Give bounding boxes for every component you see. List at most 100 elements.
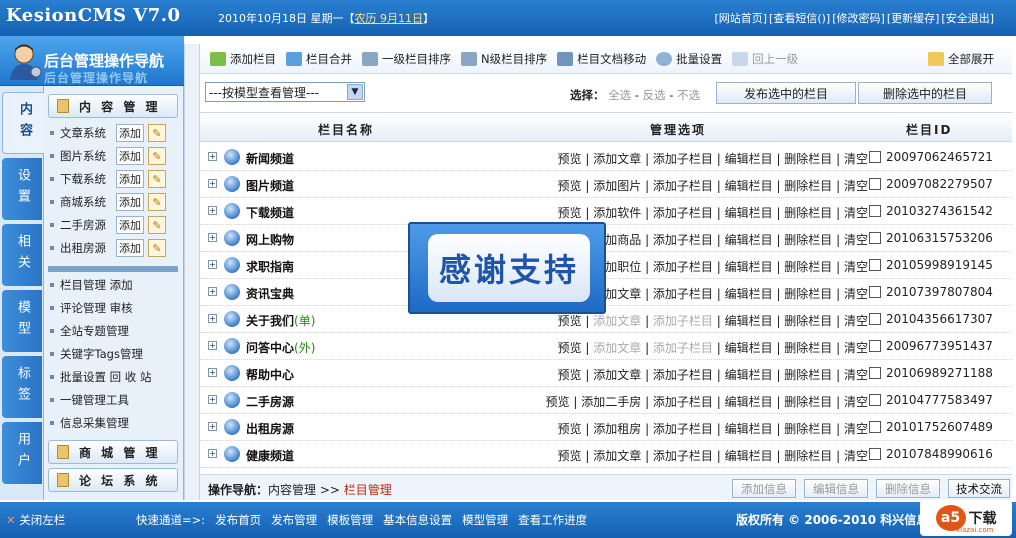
row-op-link[interactable]: 预览 [558,206,582,220]
edit-info-button[interactable]: 编辑信息 [804,479,868,498]
row-op-link[interactable]: 删除栏目 [784,314,832,328]
batch-settings-button[interactable]: 批量设置 [656,51,722,67]
expand-icon[interactable]: + [208,422,217,431]
row-op-link[interactable]: 添加子栏目 [653,233,713,247]
section-content-management[interactable]: 内 容 管 理 [48,94,178,118]
row-op-link[interactable]: 清空 [844,206,868,220]
module-add-button[interactable]: 添加 [116,147,144,165]
publish-selected-button[interactable]: 发布选中的栏目 [716,82,856,104]
channel-name[interactable]: 求职指南 [246,258,294,275]
row-op-link[interactable]: 添加子栏目 [653,287,713,301]
row-op-link[interactable]: 清空 [844,179,868,193]
column-management-link[interactable]: 栏目管理 添加 [60,277,133,293]
channel-name[interactable]: 图片频道 [246,177,294,194]
row-checkbox[interactable] [869,232,881,244]
row-op-link[interactable]: 删除栏目 [784,395,832,409]
section-forum-system[interactable]: 论 坛 系 统 [48,468,178,492]
row-op-link[interactable]: 预览 [546,395,570,409]
row-op-link[interactable]: 编辑栏目 [725,287,773,301]
channel-name[interactable]: 下载频道 [246,204,294,221]
model-filter-select[interactable]: ---按模型查看管理--- ▼ [205,82,365,102]
close-left-panel-button[interactable]: ✕ 关闭左栏 [6,512,65,528]
module-name[interactable]: 文章系统 [60,125,116,141]
channel-name[interactable]: 二手房源 [246,393,294,410]
expand-icon[interactable]: + [208,179,217,188]
row-op-link[interactable]: 添加子栏目 [653,368,713,382]
module-name[interactable]: 图片系统 [60,148,116,164]
messages-link[interactable]: [查看短信()] [769,10,830,26]
batch-recycle-link[interactable]: 批量设置 回 收 站 [60,369,151,385]
row-op-link[interactable]: 添加子栏目 [653,179,713,193]
row-op-link[interactable]: 添加子栏目 [653,341,713,355]
module-add-button[interactable]: 添加 [116,216,144,234]
row-op-link[interactable]: 清空 [844,233,868,247]
row-op-link[interactable]: 添加文章 [593,314,641,328]
tab-users[interactable]: 用户 [2,422,42,484]
delete-selected-button[interactable]: 删除选中的栏目 [858,82,992,104]
module-name[interactable]: 二手房源 [60,217,116,233]
edit-pen-icon[interactable]: ✎ [148,147,166,165]
module-add-button[interactable]: 添加 [116,239,144,257]
expand-icon[interactable]: + [208,152,217,161]
row-op-link[interactable]: 编辑栏目 [725,314,773,328]
expand-icon[interactable]: + [208,395,217,404]
expand-icon[interactable]: + [208,368,217,377]
chevron-down-icon[interactable]: ▼ [347,84,363,100]
module-add-button[interactable]: 添加 [116,124,144,142]
row-op-link[interactable]: 添加图片 [593,179,641,193]
row-op-link[interactable]: 预览 [558,152,582,166]
sort-levelN-button[interactable]: N级栏目排序 [461,51,547,67]
row-op-link[interactable]: 预览 [558,368,582,382]
quick-template-management[interactable]: 模板管理 [327,512,373,528]
row-checkbox[interactable] [869,178,881,190]
row-op-link[interactable]: 编辑栏目 [725,449,773,463]
module-name[interactable]: 商城系统 [60,194,116,210]
quick-publish-home[interactable]: 发布首页 [215,512,261,528]
row-op-link[interactable]: 预览 [558,341,582,355]
module-name[interactable]: 下载系统 [60,171,116,187]
row-op-link[interactable]: 清空 [844,449,868,463]
row-op-link[interactable]: 删除栏目 [784,341,832,355]
quick-basic-settings[interactable]: 基本信息设置 [383,512,452,528]
edit-pen-icon[interactable]: ✎ [148,124,166,142]
row-op-link[interactable]: 清空 [844,287,868,301]
expand-icon[interactable]: + [208,233,217,242]
expand-all-button[interactable]: 全部展开 [928,51,994,67]
row-op-link[interactable]: 添加软件 [593,206,641,220]
row-checkbox[interactable] [869,313,881,325]
channel-name[interactable]: 出租房源 [246,420,294,437]
tech-support-button[interactable]: 技术交流 [948,479,1010,498]
row-checkbox[interactable] [869,394,881,406]
row-checkbox[interactable] [869,448,881,460]
row-op-link[interactable]: 编辑栏目 [725,395,773,409]
row-op-link[interactable]: 编辑栏目 [725,233,773,247]
row-op-link[interactable]: 添加文章 [593,368,641,382]
expand-icon[interactable]: + [208,260,217,269]
row-op-link[interactable]: 编辑栏目 [725,368,773,382]
row-op-link[interactable]: 添加子栏目 [653,422,713,436]
delete-info-button[interactable]: 删除信息 [876,479,940,498]
row-op-link[interactable]: 添加子栏目 [653,314,713,328]
row-op-link[interactable]: 添加文章 [593,341,641,355]
row-op-link[interactable]: 清空 [844,341,868,355]
row-op-link[interactable]: 预览 [558,422,582,436]
back-up-level-button[interactable]: 回上一级 [732,51,798,67]
row-op-link[interactable]: 添加子栏目 [653,260,713,274]
merge-column-button[interactable]: 栏目合并 [286,51,352,67]
expand-icon[interactable]: + [208,341,217,350]
tab-related[interactable]: 相关 [2,224,42,286]
channel-name[interactable]: 健康频道 [246,447,294,464]
row-op-link[interactable]: 编辑栏目 [725,260,773,274]
row-checkbox[interactable] [869,259,881,271]
row-op-link[interactable]: 删除栏目 [784,233,832,247]
row-op-link[interactable]: 添加子栏目 [653,206,713,220]
row-op-link[interactable]: 添加文章 [593,449,641,463]
quick-model-management[interactable]: 模型管理 [462,512,508,528]
row-op-link[interactable]: 清空 [844,314,868,328]
row-op-link[interactable]: 删除栏目 [784,449,832,463]
splitter-bar[interactable] [184,44,200,500]
row-op-link[interactable]: 预览 [558,449,582,463]
row-op-link[interactable]: 删除栏目 [784,422,832,436]
row-checkbox[interactable] [869,367,881,379]
row-op-link[interactable]: 清空 [844,422,868,436]
